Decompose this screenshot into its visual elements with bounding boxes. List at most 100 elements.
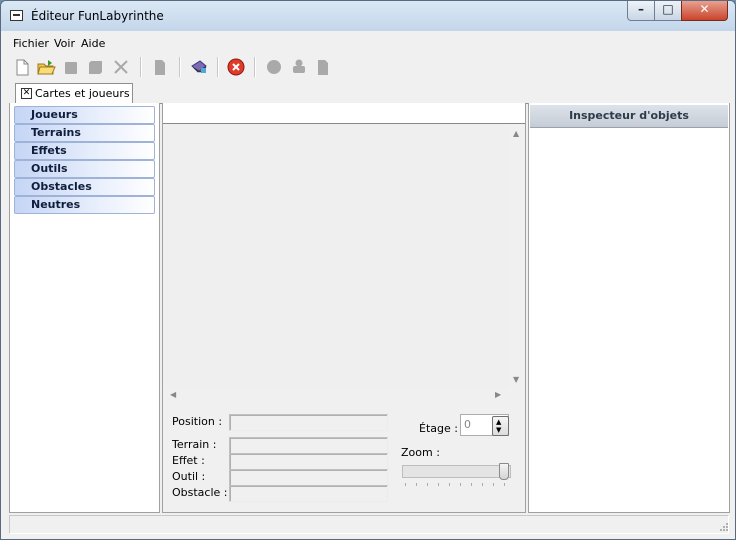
category-obstacles[interactable]: Obstacles xyxy=(14,178,155,196)
zoom-tick xyxy=(504,483,505,486)
main-window: Éditeur FunLabyrinthe – □ ✕ Fichier Voir… xyxy=(0,0,736,540)
close-file-icon xyxy=(114,60,128,74)
obstacle-label: Obstacle : xyxy=(172,486,228,499)
spin-down-icon[interactable]: ▼ xyxy=(496,426,501,434)
save-icon xyxy=(65,62,77,74)
floor-spin-buttons[interactable]: ▲ ▼ xyxy=(492,416,509,436)
tab-cartes-et-joueurs[interactable]: ✕ Cartes et joueurs xyxy=(15,83,133,103)
scroll-up-icon[interactable]: ▲ xyxy=(513,129,519,138)
open-folder-icon xyxy=(37,60,56,75)
position-label: Position : xyxy=(172,415,223,428)
effet-field xyxy=(229,453,388,470)
map-editor-panel: ▲ ▼ ◀ ▶ Position : Terrain : Effet : Out… xyxy=(162,103,526,513)
toolbar-separator xyxy=(140,57,142,77)
tab-close-icon[interactable]: ✕ xyxy=(21,88,32,99)
status-panel xyxy=(9,515,729,534)
zoom-tick xyxy=(405,483,406,486)
scroll-down-icon[interactable]: ▼ xyxy=(513,375,519,384)
maximize-icon: □ xyxy=(662,2,674,16)
category-terrains[interactable]: Terrains xyxy=(14,124,155,142)
status-bar xyxy=(1,513,735,535)
title-bar[interactable]: Éditeur FunLabyrinthe – □ ✕ xyxy=(1,1,735,31)
open-file-button[interactable] xyxy=(36,57,56,77)
circle-button[interactable] xyxy=(264,57,284,77)
document-button[interactable] xyxy=(150,57,170,77)
puzzle-button[interactable] xyxy=(289,57,309,77)
menu-aide[interactable]: Aide xyxy=(81,37,105,50)
category-label: Effets xyxy=(31,144,67,157)
zoom-label: Zoom : xyxy=(401,446,440,459)
terrain-field xyxy=(229,437,388,454)
tab-strip: ✕ Cartes et joueurs xyxy=(9,83,728,104)
compile-icon xyxy=(191,60,207,73)
document-icon xyxy=(155,60,165,75)
resize-grip-icon[interactable] xyxy=(719,522,729,532)
category-effets[interactable]: Effets xyxy=(14,142,155,160)
toolbar-separator xyxy=(217,57,219,77)
tab-label: Cartes et joueurs xyxy=(35,87,130,100)
compile-button[interactable] xyxy=(189,57,209,77)
zoom-tick xyxy=(427,483,428,486)
circle-icon xyxy=(267,60,281,74)
category-outils[interactable]: Outils xyxy=(14,160,155,178)
menu-voir[interactable]: Voir xyxy=(54,37,75,50)
object-inspector-panel: Inspecteur d'objets xyxy=(528,103,730,513)
category-neutres[interactable]: Neutres xyxy=(14,196,155,214)
outil-field xyxy=(229,469,388,486)
save-button[interactable] xyxy=(61,57,81,77)
floor-spinbox[interactable]: 0 ▲ ▼ xyxy=(460,414,509,436)
new-file-button[interactable] xyxy=(12,57,32,77)
app-icon[interactable] xyxy=(10,10,23,21)
map-tab-bar[interactable] xyxy=(163,103,525,124)
close-icon: ✕ xyxy=(699,2,710,16)
menu-fichier[interactable]: Fichier xyxy=(13,37,49,50)
window-title: Éditeur FunLabyrinthe xyxy=(31,9,164,23)
save-all-icon xyxy=(89,61,102,74)
zoom-tick xyxy=(493,483,494,486)
toolbar-separator xyxy=(254,57,256,77)
minimize-button[interactable]: – xyxy=(627,1,655,21)
position-field xyxy=(229,414,388,431)
obstacle-field xyxy=(229,485,388,502)
stop-icon xyxy=(227,58,245,76)
maximize-button[interactable]: □ xyxy=(654,1,682,21)
effet-label: Effet : xyxy=(172,454,205,467)
zoom-tick xyxy=(471,483,472,486)
page-button[interactable] xyxy=(313,57,333,77)
minimize-icon: – xyxy=(638,2,644,16)
inspector-title: Inspecteur d'objets xyxy=(569,109,689,122)
close-file-button[interactable] xyxy=(111,57,131,77)
category-label: Outils xyxy=(31,162,68,175)
new-file-icon xyxy=(16,59,29,76)
page-icon xyxy=(318,60,328,75)
zoom-tick xyxy=(482,483,483,486)
zoom-slider-thumb[interactable] xyxy=(499,463,509,480)
floor-label: Étage : xyxy=(419,422,458,435)
zoom-slider-track[interactable] xyxy=(402,465,511,478)
category-label: Terrains xyxy=(31,126,81,139)
zoom-tick xyxy=(449,483,450,486)
save-all-button[interactable] xyxy=(86,57,106,77)
terrain-label: Terrain : xyxy=(172,438,217,451)
category-label: Obstacles xyxy=(31,180,92,193)
scroll-right-icon[interactable]: ▶ xyxy=(495,390,501,399)
scroll-left-icon[interactable]: ◀ xyxy=(170,390,176,399)
outil-label: Outil : xyxy=(172,470,206,483)
map-canvas[interactable] xyxy=(164,125,509,388)
vertical-scrollbar[interactable]: ▲ ▼ xyxy=(509,125,524,388)
floor-value[interactable]: 0 xyxy=(464,418,471,431)
toolbar xyxy=(8,55,728,79)
category-joueurs[interactable]: Joueurs xyxy=(14,106,155,124)
component-palette: Joueurs Terrains Effets Outils Obstacles… xyxy=(9,103,160,513)
zoom-tick xyxy=(460,483,461,486)
zoom-tick xyxy=(416,483,417,486)
horizontal-scrollbar[interactable]: ◀ ▶ xyxy=(164,388,509,403)
spin-up-icon[interactable]: ▲ xyxy=(496,418,501,426)
inspector-header: Inspecteur d'objets xyxy=(530,105,728,128)
category-label: Neutres xyxy=(31,198,81,211)
category-label: Joueurs xyxy=(31,108,78,121)
close-window-button[interactable]: ✕ xyxy=(681,1,728,21)
stop-button[interactable] xyxy=(226,57,246,77)
puzzle-icon xyxy=(293,59,305,73)
zoom-tick xyxy=(438,483,439,486)
